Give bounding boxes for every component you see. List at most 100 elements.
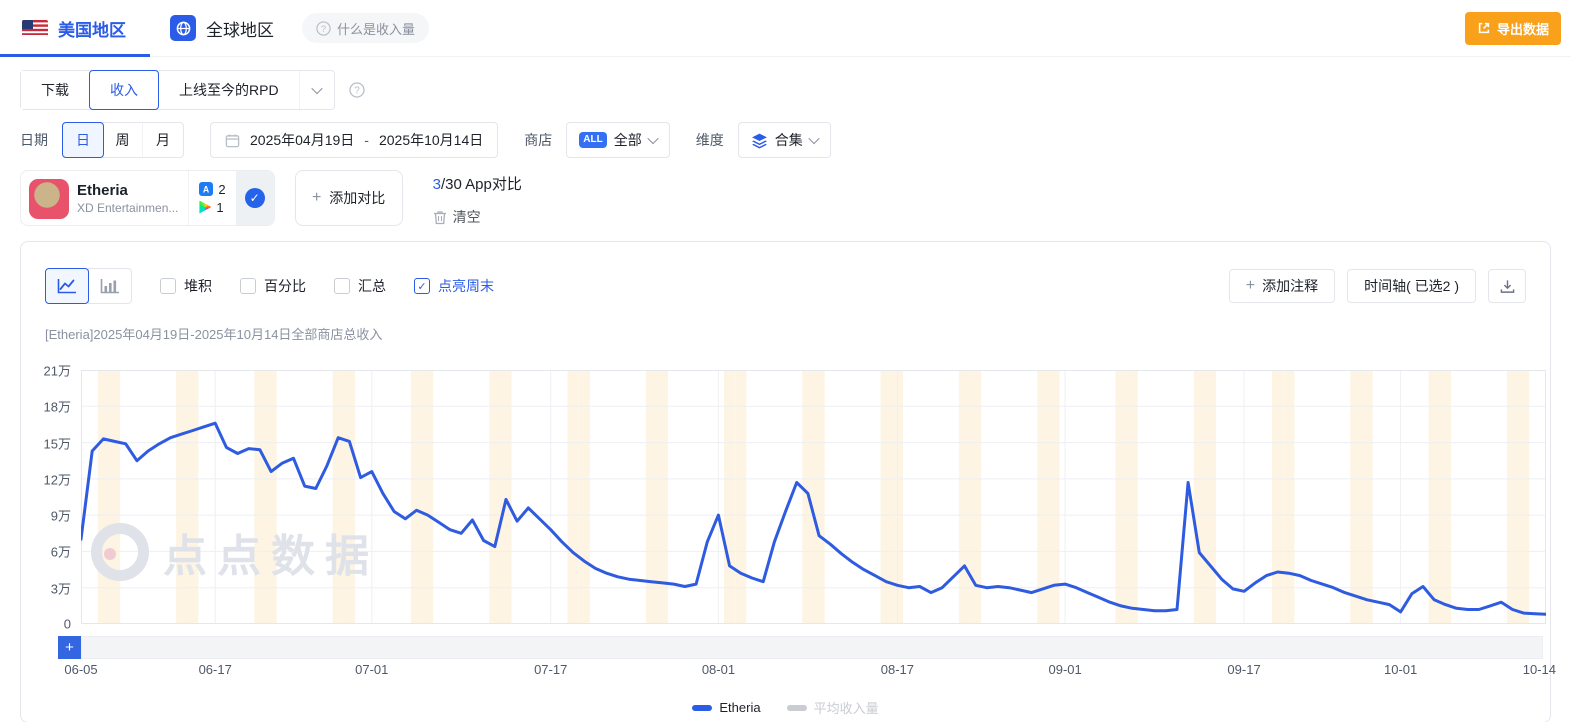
legend-marker	[692, 705, 712, 711]
date-range-picker[interactable]: 2025年04月19日 - 2025年10月14日	[210, 122, 498, 158]
check-circle-icon: ✓	[245, 188, 265, 208]
bar-chart-toggle[interactable]	[88, 268, 132, 304]
question-circle-icon: ?	[316, 21, 331, 36]
metric-help-icon[interactable]: ?	[349, 82, 365, 98]
store-value: 全部	[614, 130, 642, 150]
export-data-button[interactable]: 导出数据	[1465, 12, 1561, 45]
layers-icon	[751, 132, 768, 149]
export-icon	[1477, 21, 1491, 35]
line-chart-icon	[57, 278, 77, 294]
active-tab-underline	[0, 54, 150, 57]
googleplay-icon	[199, 201, 211, 214]
download-icon	[1500, 279, 1515, 294]
granularity-control: 日 周 月	[62, 122, 184, 158]
compare-row: Etheria XD Entertainmen... A 2 1 ✓ + 添加对…	[20, 170, 1571, 227]
app-name: Etheria	[77, 182, 178, 199]
chart-title: [Etheria]2025年04月19日-2025年10月14日全部商店总收入	[45, 324, 1550, 343]
plus-icon: +	[1246, 277, 1255, 295]
x-tick-label: 10-14	[1523, 662, 1556, 677]
checkbox-stacked[interactable]: ✓ 堆积	[160, 276, 212, 296]
checkbox-summary[interactable]: ✓ 汇总	[334, 276, 386, 296]
googleplay-count: 1	[216, 200, 223, 215]
tab-rpd[interactable]: 上线至今的RPD	[159, 71, 299, 109]
x-tick-label: 09-01	[1048, 662, 1081, 677]
add-comparison-button[interactable]: + 添加对比	[295, 170, 403, 226]
checkbox-percentage[interactable]: ✓ 百分比	[240, 276, 306, 296]
y-tick-label: 12万	[44, 469, 71, 488]
legend-item-average-revenue[interactable]: 平均收入量	[787, 698, 879, 717]
datazoom-scrollbar[interactable]	[81, 636, 1543, 659]
checkbox-icon: ✓	[240, 278, 256, 294]
tab-global-label: 全球地区	[206, 16, 274, 41]
x-tick-label: 07-17	[534, 662, 567, 677]
metric-dropdown-toggle[interactable]	[299, 71, 334, 109]
legend-marker	[787, 705, 807, 711]
y-axis-labels: 21万18万15万12万9万6万3万0	[21, 370, 73, 624]
y-tick-label: 9万	[51, 506, 71, 525]
checkbox-icon: ✓	[334, 278, 350, 294]
datazoom-expand-button[interactable]: +	[58, 636, 81, 659]
bar-chart-icon	[100, 278, 120, 294]
x-tick-label: 07-01	[355, 662, 388, 677]
chevron-down-icon	[808, 133, 819, 144]
date-start: 2025年04月19日	[250, 130, 354, 150]
dimension-label: 维度	[696, 130, 724, 150]
tab-us-region[interactable]: 美国地区	[22, 16, 126, 41]
checkbox-icon: ✓	[414, 278, 430, 294]
svg-text:?: ?	[354, 86, 360, 97]
store-label: 商店	[524, 130, 552, 150]
clear-comparison-button[interactable]: 清空	[433, 207, 522, 227]
tab-global-region[interactable]: 全球地区	[170, 15, 274, 41]
app-card-etheria[interactable]: Etheria XD Entertainmen... A 2 1 ✓	[20, 170, 275, 226]
granularity-week[interactable]: 周	[103, 123, 143, 157]
tab-download[interactable]: 下载	[21, 71, 89, 109]
checkbox-highlight-weekend[interactable]: ✓ 点亮周末	[414, 276, 494, 296]
trash-icon	[433, 210, 447, 225]
chart-legend: Etheria 平均收入量	[21, 698, 1550, 717]
y-tick-label: 18万	[44, 397, 71, 416]
calendar-icon	[225, 133, 240, 148]
add-annotation-button[interactable]: + 添加注释	[1229, 269, 1335, 303]
comparison-counter: 3/30 App对比	[433, 173, 522, 194]
us-flag-icon	[22, 20, 48, 37]
x-tick-label: 09-17	[1227, 662, 1260, 677]
x-tick-label: 10-01	[1384, 662, 1417, 677]
y-tick-label: 21万	[44, 361, 71, 380]
y-tick-label: 3万	[51, 578, 71, 597]
what-is-revenue-help[interactable]: ? 什么是收入量	[302, 13, 429, 43]
x-axis-labels: 06-0506-1707-0107-1708-0108-1709-0109-17…	[81, 662, 1546, 678]
tab-revenue[interactable]: 收入	[89, 70, 159, 110]
globe-icon	[170, 15, 196, 41]
plus-icon: +	[312, 189, 321, 207]
chevron-down-icon	[311, 83, 322, 94]
chevron-down-icon	[647, 133, 658, 144]
svg-text:A: A	[203, 185, 210, 195]
x-tick-label: 06-05	[64, 662, 97, 677]
timeline-button[interactable]: 时间轴( 已选2 )	[1347, 269, 1476, 303]
granularity-day[interactable]: 日	[62, 122, 104, 158]
x-tick-label: 06-17	[199, 662, 232, 677]
x-tick-label: 08-01	[702, 662, 735, 677]
granularity-month[interactable]: 月	[143, 123, 183, 157]
appstore-count: 2	[218, 182, 225, 197]
dimension-select[interactable]: 合集	[738, 122, 831, 158]
download-chart-button[interactable]	[1488, 269, 1526, 303]
app-selected-strip[interactable]: ✓	[236, 171, 274, 225]
legend-item-etheria[interactable]: Etheria	[692, 700, 760, 715]
filters-row: 日期 日 周 月 2025年04月19日 - 2025年10月14日 商店 AL…	[20, 122, 1571, 158]
tab-us-label: 美国地区	[58, 16, 126, 41]
svg-text:?: ?	[321, 23, 326, 33]
chart-panel: ✓ 堆积 ✓ 百分比 ✓ 汇总 ✓ 点亮周末 + 添加注释 时间轴( 已选2 )	[20, 241, 1551, 722]
appstore-icon: A	[199, 182, 213, 196]
chart-plot-area[interactable]	[81, 370, 1546, 624]
app-avatar	[29, 179, 69, 219]
line-chart-toggle[interactable]	[45, 268, 89, 304]
y-tick-label: 15万	[44, 433, 71, 452]
store-select[interactable]: ALL 全部	[566, 122, 669, 158]
y-tick-label: 6万	[51, 542, 71, 561]
app-developer: XD Entertainmen...	[77, 201, 178, 215]
date-separator: -	[364, 132, 369, 148]
date-end: 2025年10月14日	[379, 130, 483, 150]
date-label: 日期	[20, 130, 48, 150]
top-navbar: 美国地区 全球地区 ? 什么是收入量 导出数据	[0, 0, 1571, 57]
